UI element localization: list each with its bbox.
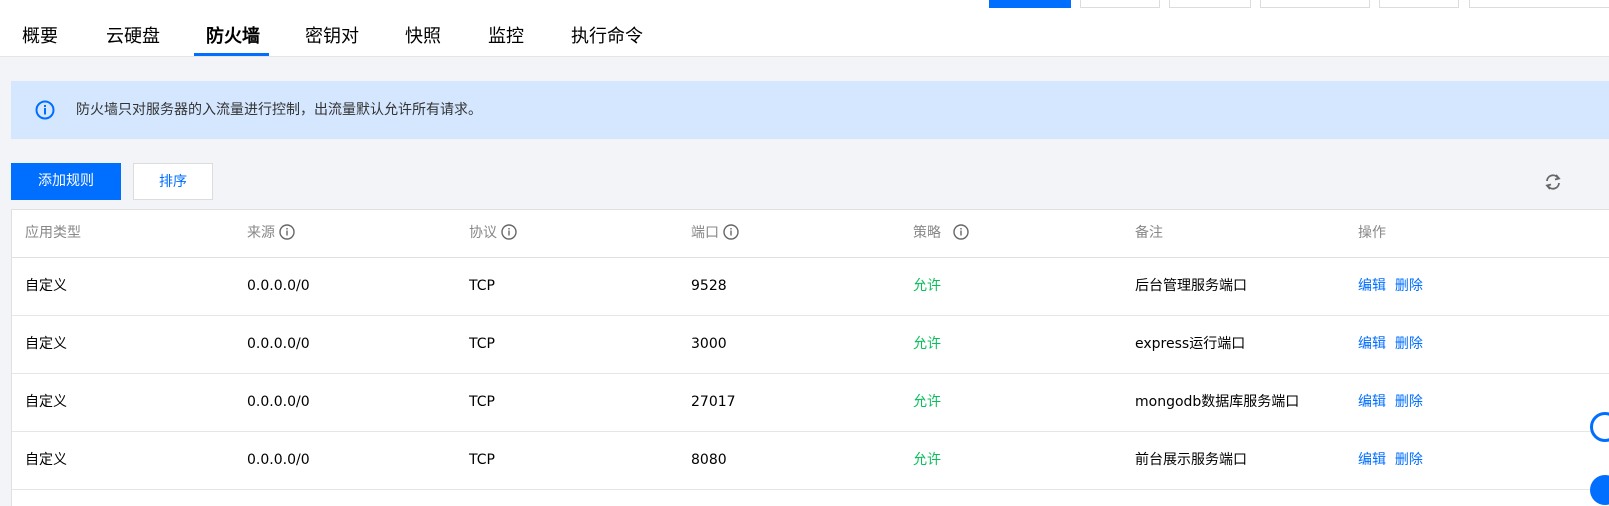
info-icon[interactable]: [723, 223, 739, 240]
cell-actions: 编辑 删除: [1358, 258, 1423, 315]
top-button[interactable]: [1469, 0, 1609, 8]
top-bar: 概要 云硬盘 防火墙 密钥对 快照 监控 执行命令: [0, 0, 1609, 57]
tab-snapshot[interactable]: 快照: [405, 22, 441, 52]
table-row: 自定义 0.0.0.0/0 TCP 9528 允许 后台管理服务端口 编辑 删除: [12, 258, 1609, 316]
cell-type: 自定义: [25, 394, 67, 410]
info-icon[interactable]: [953, 223, 969, 240]
cell-remark: express运行端口: [1135, 336, 1246, 352]
top-button[interactable]: [1260, 0, 1370, 8]
cell-actions: 编辑 删除: [1358, 374, 1423, 431]
cell-actions: 编辑 删除: [1358, 432, 1423, 489]
table-row: 自定义 0.0.0.0/0 TCP 27017 允许 mongodb数据库服务端…: [12, 374, 1609, 432]
cell-port: 3000: [691, 336, 727, 352]
cell-protocol: TCP: [469, 394, 495, 410]
tab-firewall[interactable]: 防火墙: [206, 22, 260, 52]
tab-key-pair[interactable]: 密钥对: [305, 22, 359, 52]
tab-run-command[interactable]: 执行命令: [571, 22, 643, 52]
cell-source: 0.0.0.0/0: [247, 452, 310, 468]
top-primary-button[interactable]: [989, 0, 1071, 8]
cell-protocol: TCP: [469, 278, 495, 294]
cell-protocol: TCP: [469, 452, 495, 468]
top-button[interactable]: [1080, 0, 1160, 8]
column-header: 来源: [247, 210, 295, 257]
active-tab-indicator: [194, 53, 269, 56]
refresh-icon[interactable]: [1542, 171, 1564, 193]
info-icon[interactable]: [279, 223, 295, 240]
firewall-rules-table: 应用类型 来源 协议 端口 策略 备注 操作 自定义 0.0.0.0/0 TCP…: [11, 209, 1609, 506]
cell-type: 自定义: [25, 336, 67, 352]
cell-source: 0.0.0.0/0: [247, 278, 310, 294]
tab-overview[interactable]: 概要: [22, 22, 58, 52]
sort-button[interactable]: 排序: [133, 163, 213, 200]
firewall-notice: 防火墙只对服务器的入流量进行控制，出流量默认允许所有请求。: [11, 81, 1609, 139]
cell-type: 自定义: [25, 452, 67, 468]
cell-remark: mongodb数据库服务端口: [1135, 394, 1300, 410]
add-rule-button[interactable]: 添加规则: [11, 163, 121, 200]
cell-port: 8080: [691, 452, 727, 468]
tab-monitor[interactable]: 监控: [488, 22, 524, 52]
cell-port: 27017: [691, 394, 736, 410]
info-icon: [35, 100, 55, 120]
table-row: 自定义 0.0.0.0/0 TCP 8080 允许 前台展示服务端口 编辑 删除: [12, 432, 1609, 490]
column-header: 操作: [1358, 225, 1386, 241]
column-header: 备注: [1135, 225, 1163, 241]
delete-link[interactable]: 删除: [1395, 394, 1423, 410]
top-action-buttons: [0, 0, 1609, 8]
cell-policy: 允许: [913, 452, 941, 468]
table-header: 应用类型 来源 协议 端口 策略 备注 操作: [12, 210, 1609, 258]
notice-text: 防火墙只对服务器的入流量进行控制，出流量默认允许所有请求。: [76, 102, 482, 118]
info-icon[interactable]: [501, 223, 517, 240]
tab-cloud-disk[interactable]: 云硬盘: [106, 22, 160, 52]
cell-remark: 后台管理服务端口: [1135, 278, 1247, 294]
cell-source: 0.0.0.0/0: [247, 336, 310, 352]
delete-link[interactable]: 删除: [1395, 452, 1423, 468]
cell-port: 9528: [691, 278, 727, 294]
delete-link[interactable]: 删除: [1395, 336, 1423, 352]
cell-type: 自定义: [25, 278, 67, 294]
cell-protocol: TCP: [469, 336, 495, 352]
top-button[interactable]: [1169, 0, 1251, 8]
edit-link[interactable]: 编辑: [1358, 336, 1386, 352]
column-header: 端口: [691, 210, 739, 257]
column-header: 协议: [469, 210, 517, 257]
cell-policy: 允许: [913, 336, 941, 352]
cell-policy: 允许: [913, 278, 941, 294]
edit-link[interactable]: 编辑: [1358, 278, 1386, 294]
cell-source: 0.0.0.0/0: [247, 394, 310, 410]
edit-link[interactable]: 编辑: [1358, 452, 1386, 468]
cell-remark: 前台展示服务端口: [1135, 452, 1247, 468]
edit-link[interactable]: 编辑: [1358, 394, 1386, 410]
column-header: 应用类型: [25, 225, 81, 241]
delete-link[interactable]: 删除: [1395, 278, 1423, 294]
cell-policy: 允许: [913, 394, 941, 410]
table-row: 自定义 0.0.0.0/0 TCP 3000 允许 express运行端口 编辑…: [12, 316, 1609, 374]
column-header: 策略: [913, 210, 969, 257]
cell-actions: 编辑 删除: [1358, 316, 1423, 373]
top-button[interactable]: [1379, 0, 1459, 8]
